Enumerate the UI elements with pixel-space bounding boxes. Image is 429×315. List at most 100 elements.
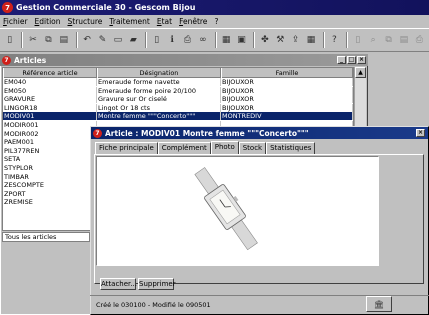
toolbar-separator	[75, 32, 78, 48]
dialog-title: Article : MODIV01 Montre femme """Concer…	[105, 128, 309, 138]
binoculars-icon[interactable]: ∞	[197, 33, 208, 47]
cell-reference: ZPORT	[3, 189, 97, 198]
cell-reference: SETA	[3, 155, 97, 164]
toolbar-separator	[21, 32, 24, 48]
toolbar-separator	[145, 32, 147, 48]
cell-reference: LINGOR18	[3, 103, 97, 112]
tools-icon[interactable]: ⚒	[275, 33, 286, 47]
minimize-button[interactable]: _	[337, 56, 346, 64]
app-logo-icon: 7	[2, 2, 13, 13]
cell-designation: Gravure sur Or ciselé	[97, 95, 221, 104]
table-icon[interactable]: ▦	[221, 33, 232, 47]
filter-select[interactable]: Tous les articles	[2, 232, 90, 242]
tab-stock[interactable]: Stock	[238, 142, 267, 154]
restore-button[interactable]: □	[347, 56, 356, 64]
dialog-tabs: Fiche principale Complément Photo Stock …	[95, 141, 316, 154]
table-row[interactable]: LINGOR18 Lingot Or 18 cts BIJOUXOR	[3, 103, 353, 112]
search-gray-icon[interactable]: ⌕	[368, 33, 379, 47]
cell-famille: BIJOUXOR	[221, 86, 353, 95]
cell-reference: EM040	[3, 78, 97, 87]
app-title: Gestion Commerciale 30 - Gescom Bijou	[16, 3, 196, 12]
menu-etat[interactable]: Etat	[157, 17, 172, 26]
toolbar-separator	[253, 32, 256, 48]
cell-reference: TIMBAR	[3, 172, 97, 181]
toolbar-separator	[346, 32, 349, 48]
tab-fiche-principale[interactable]: Fiche principale	[95, 142, 158, 154]
cut-icon[interactable]: ✂	[27, 33, 38, 47]
cell-reference: EM050	[3, 86, 97, 95]
cell-reference: PAEM001	[3, 138, 97, 147]
paste-icon[interactable]: ▤	[58, 33, 69, 47]
puzzle-icon[interactable]: ✤	[259, 33, 270, 47]
cell-designation: Lingot Or 18 cts	[97, 103, 221, 112]
cell-famille: BIJOUXOR	[221, 103, 353, 112]
articles-title-bar: 7 Articles _ □ ×	[0, 54, 368, 66]
cell-reference: ZESCOMPTE	[3, 181, 97, 190]
help-icon[interactable]: ?	[329, 33, 340, 47]
document-icon[interactable]: ▯	[151, 33, 162, 47]
menu-structure[interactable]: Structure	[68, 17, 103, 26]
cell-reference: MODIV01	[3, 112, 97, 121]
pencil-icon[interactable]: ✎	[97, 33, 108, 47]
toolbar-separator	[214, 32, 217, 48]
table-row[interactable]: EM050 Emeraude forme poire 20/100 BIJOUXOR	[3, 86, 353, 95]
col-reference[interactable]: Référence article	[3, 68, 97, 78]
new-icon[interactable]: ▯	[4, 33, 15, 47]
cell-famille: MONTREDIV	[221, 112, 353, 121]
menu-bar: Fichier Edition Structure Traitement Eta…	[0, 15, 429, 28]
articles-window-icon: 7	[2, 55, 11, 65]
close-icon[interactable]: ×	[416, 129, 425, 137]
cell-reference: GRAVURE	[3, 95, 97, 104]
table-row[interactable]: EM040 Emeraude forme navette BIJOUXOR	[3, 78, 353, 87]
calendar-icon[interactable]: ▣	[236, 33, 247, 47]
paste-gray-icon[interactable]: ▤	[398, 33, 409, 47]
cell-reference: MODIR001	[3, 121, 97, 130]
attach-button[interactable]: Attacher...	[100, 278, 137, 290]
menu-edition[interactable]: Edition	[35, 17, 61, 26]
grid-icon[interactable]: ▦	[305, 33, 316, 47]
tab-statistiques[interactable]: Statistiques	[266, 142, 316, 154]
cell-reference: MODIR002	[3, 129, 97, 138]
scroll-up-icon[interactable]: ▲	[355, 67, 366, 78]
photo-frame	[96, 156, 379, 266]
menu-traitement[interactable]: Traitement	[109, 17, 149, 26]
articles-title: Articles	[14, 55, 47, 65]
cell-famille: BIJOUXOR	[221, 78, 353, 87]
print-gray-icon[interactable]: ⎙	[414, 33, 425, 47]
col-famille[interactable]: Famille	[221, 68, 353, 78]
menu-fichier[interactable]: Fichier	[3, 17, 28, 26]
info-icon[interactable]: ℹ	[166, 33, 177, 47]
cell-designation: Emeraude forme poire 20/100	[97, 86, 221, 95]
toolbar-separator	[322, 32, 325, 48]
copy-gray-icon[interactable]: ⧉	[383, 33, 394, 47]
doc-gray-icon[interactable]: ▯	[352, 33, 363, 47]
menu-help[interactable]: ?	[214, 17, 218, 26]
table-row[interactable]: GRAVURE Gravure sur Or ciselé BIJOUXOR	[3, 95, 353, 104]
cell-designation: Montre femme """Concerto"""	[97, 112, 221, 121]
close-button[interactable]: ×	[357, 56, 366, 64]
toolbar: ▯ ✂ ⧉ ▤ ↶ ✎ ▭ ▰ ▯ ℹ ⎙ ∞ ▦ ▣ ✤ ⚒ ⇪ ▦ ? ▯ …	[0, 28, 429, 52]
dialog-app-icon: 7	[93, 128, 102, 138]
watch-image	[194, 167, 258, 251]
grid-header: Référence article Désignation Famille	[3, 68, 353, 78]
cell-reference: PIL377REN	[3, 146, 97, 155]
col-designation[interactable]: Désignation	[97, 68, 221, 78]
open-folder-icon[interactable]: ▰	[128, 33, 139, 47]
cell-reference: ZREMISE	[3, 198, 97, 207]
tab-complement[interactable]: Complément	[157, 142, 211, 154]
print-icon[interactable]: ⎙	[182, 33, 193, 47]
cell-famille: BIJOUXOR	[221, 95, 353, 104]
delete-button[interactable]: Supprimer	[138, 278, 176, 290]
tab-photo[interactable]: Photo	[210, 141, 239, 154]
edit-icon[interactable]: ▭	[112, 33, 123, 47]
table-row[interactable]: MODIV01 Montre femme """Concerto""" MONTRE…	[3, 112, 353, 121]
export-icon[interactable]: ⇪	[290, 33, 301, 47]
menu-fenetre[interactable]: Fenêtre	[179, 17, 207, 26]
cell-reference: STYPLOR	[3, 164, 97, 173]
building-icon[interactable]: 🏛	[366, 296, 392, 312]
app-title-bar: 7 Gestion Commerciale 30 - Gescom Bijou	[0, 0, 429, 15]
article-dialog-title-bar: 7 Article : MODIV01 Montre femme """Conc…	[91, 127, 428, 139]
undo-icon[interactable]: ↶	[82, 33, 93, 47]
copy-icon[interactable]: ⧉	[43, 33, 54, 47]
cell-designation: Emeraude forme navette	[97, 78, 221, 87]
